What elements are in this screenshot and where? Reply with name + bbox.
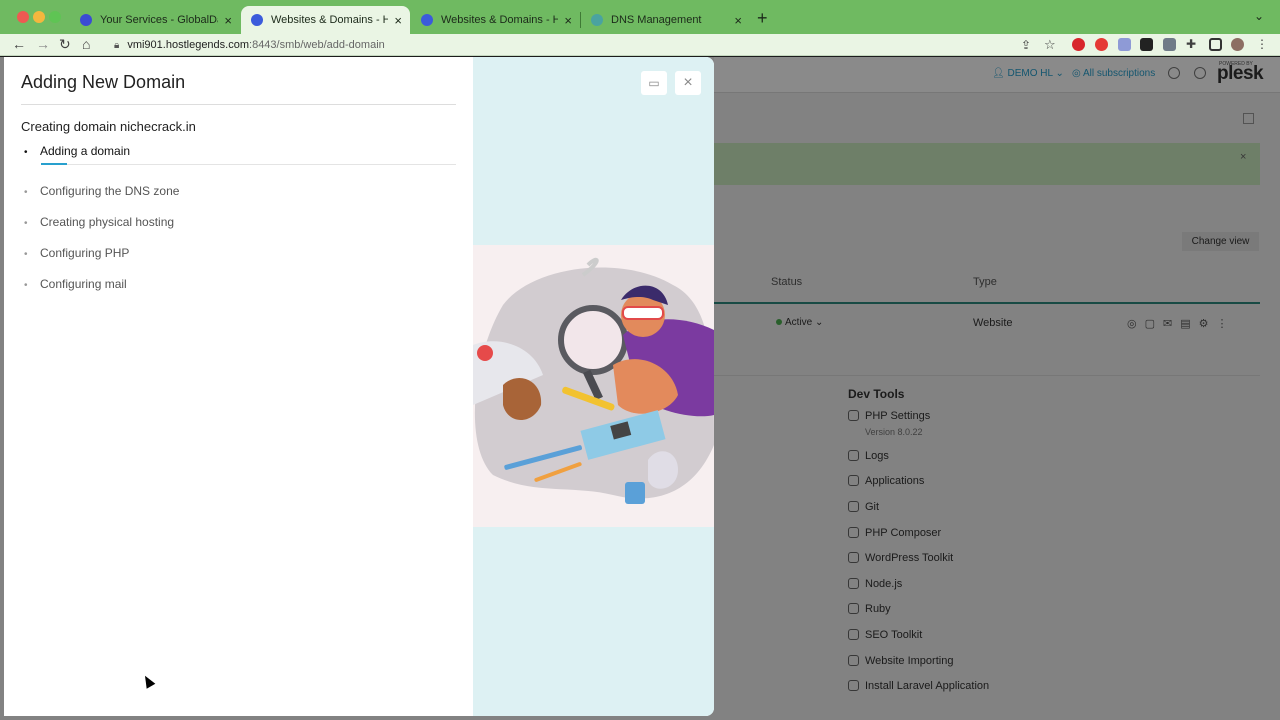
pencil-cup-icon [625,482,645,504]
image-extension-icon[interactable] [1163,38,1176,51]
tab-title: Websites & Domains - HostLegends [441,14,559,26]
share-icon[interactable]: ⇪ [1021,38,1031,52]
profile-avatar[interactable] [1231,38,1244,51]
side-panel-icon[interactable] [1209,38,1222,51]
step-label: Configuring mail [40,277,127,291]
step-label: Configuring PHP [40,246,130,260]
dns-favicon-icon [591,14,603,26]
adding-domain-modal: Adding New Domain Creating domain nichec… [4,57,714,716]
globaldash-favicon-icon [80,14,92,26]
home-icon[interactable]: ⌂ [82,36,90,52]
back-arrow-icon[interactable]: ← [12,36,26,52]
window-minimize-button[interactable] [33,11,45,23]
red-button-icon [477,345,493,361]
extension-icon[interactable] [1118,38,1131,51]
browser-tab-dns-management[interactable]: DNS Management × [581,6,750,34]
browser-tab-bar: Your Services - GlobalDash × Websites & … [0,0,1280,34]
step-bullet: • [24,280,28,291]
browser-tab-websites-domains-active[interactable]: Websites & Domains - HostLegends × [241,6,410,34]
pokeball-extension-icon[interactable] [1095,38,1108,51]
tab-close-icon[interactable]: × [564,13,572,28]
close-dialog-button[interactable]: × [675,71,701,95]
step-bullet: • [24,249,28,260]
tab-title: DNS Management [611,14,702,26]
forward-arrow-icon[interactable]: → [36,36,50,52]
step-bullet: • [24,147,28,158]
step-progress-track [41,164,456,165]
browser-menu-icon[interactable]: ⋮ [1256,37,1268,51]
window-close-button[interactable] [17,11,29,23]
bookmark-star-icon[interactable]: ☆ [1044,37,1056,53]
step-creating-hosting: • Creating physical hosting [24,215,174,229]
extensions-puzzle-icon[interactable]: ✚ [1186,37,1196,51]
step-adding-domain: • Adding a domain [24,144,130,158]
reload-icon[interactable]: ↻ [59,36,71,53]
window-zoom-button[interactable] [49,11,61,23]
step-configuring-php: • Configuring PHP [24,246,129,260]
tab-close-icon[interactable]: × [224,13,232,28]
url-host: vmi901.hostlegends.com [127,39,250,51]
illustration-background [473,245,714,527]
browser-tab-globaldash[interactable]: Your Services - GlobalDash × [70,6,240,34]
modal-title: Adding New Domain [21,72,186,92]
step-progress-indicator [41,163,67,165]
step-bullet: • [24,218,28,229]
step-configuring-mail: • Configuring mail [24,277,127,291]
browser-toolbar: ← → ↻ ⌂ 🔒︎ vmi901.hostlegends.com:8443/s… [0,34,1280,56]
tab-title: Your Services - GlobalDash [100,14,218,26]
address-bar[interactable]: 🔒︎ vmi901.hostlegends.com:8443/smb/web/a… [104,35,1066,55]
minimize-dialog-button[interactable]: ▭ [641,71,667,95]
new-tab-button[interactable]: + [757,8,768,29]
browser-tab-websites-domains[interactable]: Websites & Domains - HostLegends × [411,6,580,34]
tab-title: Websites & Domains - HostLegends [271,14,389,26]
tab-search-chevron-icon[interactable]: ⌄ [1254,9,1264,23]
plesk-favicon-icon [421,14,433,26]
step-configuring-dns: • Configuring the DNS zone [24,184,179,198]
progress-panel: Adding New Domain Creating domain nichec… [4,57,473,716]
url-path: :8443/smb/web/add-domain [249,39,385,51]
lock-icon: 🔒︎ [114,39,120,51]
creating-domain-text: Creating domain nichecrack.in [21,119,196,134]
step-bullet: • [24,187,28,198]
illustration-panel: ▭ × [473,57,714,716]
goggles-icon [622,306,664,320]
title-divider [21,104,456,105]
screen-recorder-extension-icon[interactable] [1140,38,1153,51]
plesk-favicon-icon [251,14,263,26]
repair-scene-illustration [473,257,714,504]
opera-extension-icon[interactable] [1072,38,1085,51]
tab-close-icon[interactable]: × [394,13,402,28]
step-label: Adding a domain [40,144,131,158]
magnifier-lens-icon [558,305,628,375]
step-label: Creating physical hosting [40,215,175,229]
step-label: Configuring the DNS zone [40,184,180,198]
tab-close-icon[interactable]: × [734,13,742,28]
